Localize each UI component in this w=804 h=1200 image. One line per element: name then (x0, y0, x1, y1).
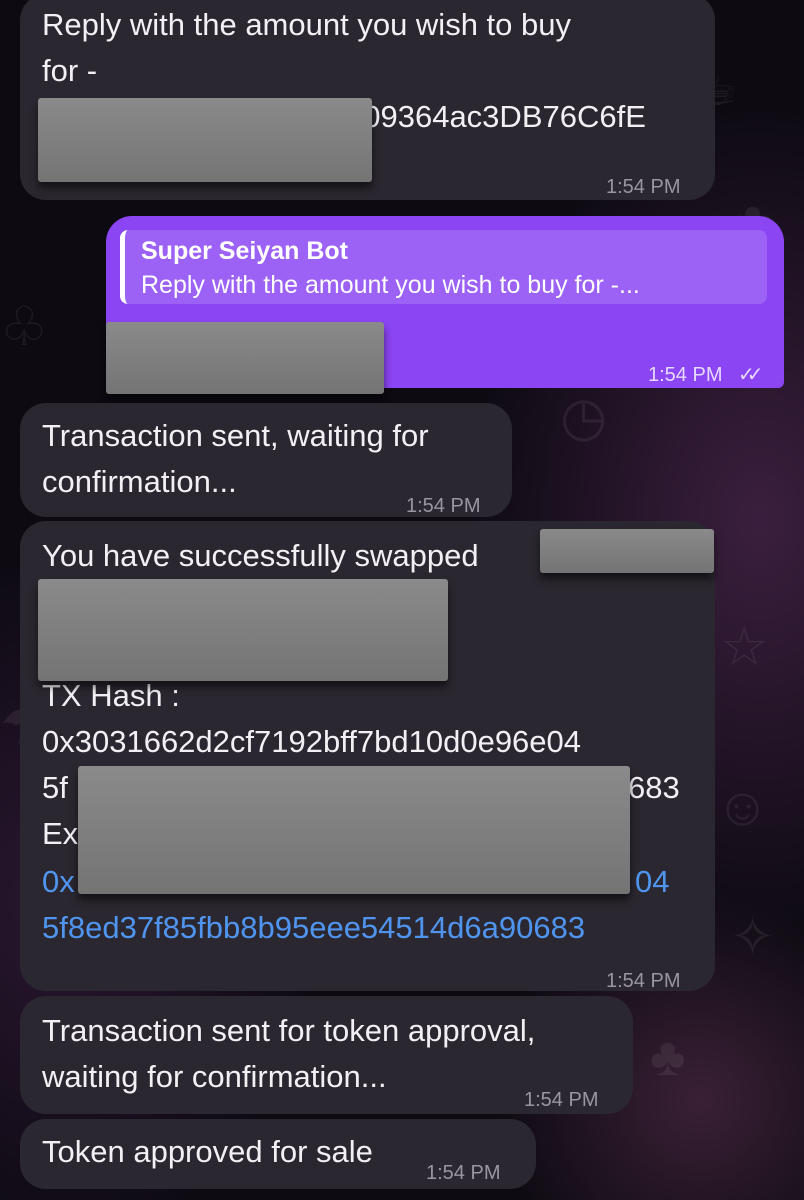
message-bubble-outgoing[interactable]: Super Seiyan Bot Reply with the amount y… (106, 216, 784, 394)
message-text: Ex (42, 816, 79, 851)
message-time: 1:54 PM (648, 364, 723, 386)
star-icon: ☆ (720, 617, 769, 677)
message-text: Token approved for sale (42, 1134, 373, 1169)
message-text: Transaction sent, waiting for (42, 418, 429, 453)
explorer-link[interactable]: 5f8ed37f85fbb8b95eee54514d6a90683 (42, 905, 585, 951)
message-bubble-incoming[interactable]: Token approved for sale 1:54 PM (20, 1119, 536, 1189)
message-text: 5f (42, 770, 68, 805)
message-text: Transaction sent for token approval, (42, 1013, 536, 1048)
message-bubble-incoming[interactable]: Transaction sent, waiting for confirmati… (20, 403, 512, 517)
message-time: 1:54 PM (524, 1089, 599, 1111)
message-text: You have successfully swapped (42, 538, 479, 573)
message-bubble-incoming[interactable]: Transaction sent for token approval, wai… (20, 996, 633, 1114)
clock-icon: ◷ (560, 387, 608, 447)
redacted-block (106, 322, 384, 394)
message-text: 0x3031662d2cf7192bff7bd10d0e96e04 (42, 724, 582, 759)
redacted-block (38, 98, 372, 182)
redacted-block (78, 766, 630, 894)
message-text: waiting for confirmation... (42, 1059, 387, 1094)
reply-quote[interactable]: Super Seiyan Bot Reply with the amount y… (120, 230, 767, 304)
double-check-icon: ✓✓ (738, 364, 763, 386)
message-bubble-incoming[interactable]: You have successfully swapped TX Hash : … (20, 521, 715, 992)
message-text: 683 (628, 770, 680, 805)
palm-tree-icon: ♣ (650, 1027, 686, 1087)
explorer-link[interactable]: 0x (42, 859, 75, 905)
message-bubble-incoming[interactable]: Reply with the amount you wish to buy fo… (20, 0, 715, 200)
explorer-link[interactable]: 04 (635, 859, 669, 905)
message-text: Reply with the amount you wish to buy (42, 7, 571, 42)
redacted-block (38, 579, 448, 681)
message-text: for - (42, 53, 98, 88)
reply-preview-text: Reply with the amount you wish to buy fo… (141, 271, 640, 299)
reply-sender-name: Super Seiyan Bot (141, 237, 348, 265)
smile-icon: ☺ (715, 777, 771, 837)
redacted-block (540, 529, 714, 573)
message-time: 1:54 PM (426, 1162, 501, 1184)
message-time: 1:54 PM (606, 176, 681, 198)
bulb-icon: ✧ (730, 907, 776, 967)
message-text: confirmation... (42, 464, 237, 499)
message-text: 009364ac3DB76C6fE (346, 99, 646, 134)
cupcake-icon: ♧ (0, 297, 49, 357)
